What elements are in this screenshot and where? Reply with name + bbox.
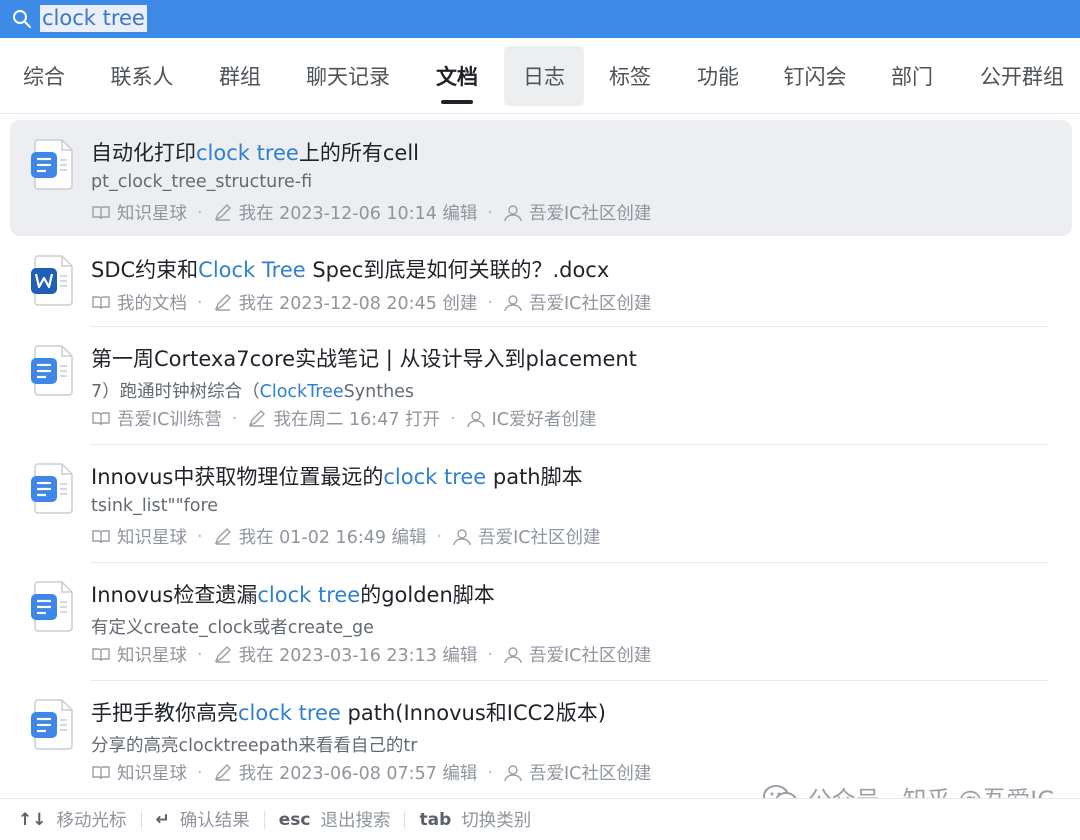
result-title: Innovus中获取物理位置最远的clock tree path脚本 <box>91 465 583 489</box>
book-icon <box>91 646 111 664</box>
book-icon <box>91 528 111 546</box>
user-icon <box>503 204 523 222</box>
result-snippet: 分享的高亮clocktreepath来看看自己的tr <box>91 736 418 756</box>
result-title: 第一周Cortexa7core实战笔记 | 从设计导入到placement <box>91 347 637 371</box>
hint-confirm: ↵ 确认结果 <box>155 809 250 832</box>
result-title: SDC约束和Clock Tree Spec到底是如何关联的？.docx <box>91 258 610 282</box>
pencil-icon <box>213 763 233 782</box>
result-title: Innovus检查遗漏clock tree的golden脚本 <box>91 583 495 607</box>
result-meta: 知识星球 · 我在 2023-12-06 10:14 编辑 · 吾爱IC社区创建 <box>91 200 651 225</box>
tab-chat-history[interactable]: 聊天记录 <box>294 46 402 106</box>
divider <box>90 562 1048 563</box>
pencil-icon <box>213 645 233 664</box>
result-snippet: tsink_list""fore <box>91 496 219 516</box>
result-meta: 知识星球 · 我在 2023-06-08 07:57 编辑 · 吾爱IC社区创建 <box>91 760 651 785</box>
doc-icon <box>30 462 76 514</box>
book-icon <box>91 204 111 222</box>
pencil-icon <box>247 409 267 428</box>
result-item[interactable]: Innovus检查遗漏clock tree的golden脚本 有定义create… <box>10 564 1072 680</box>
divider <box>90 680 1048 681</box>
tab-flash-meeting[interactable]: 钉闪会 <box>770 46 860 106</box>
result-title: 手把手教你高亮clock tree path(Innovus和ICC2版本) <box>91 701 606 725</box>
tab-logs[interactable]: 日志 <box>504 46 584 106</box>
tab-public-groups[interactable]: 公开群组 <box>966 46 1078 106</box>
divider <box>90 444 1048 445</box>
pencil-icon <box>213 293 233 312</box>
book-icon <box>91 764 111 782</box>
category-tabs: 综合 联系人 群组 聊天记录 文档 日志 标签 功能 钉闪会 部门 公开群组 <box>0 38 1080 114</box>
tab-groups[interactable]: 群组 <box>204 46 276 106</box>
hint-exit: esc 退出搜索 <box>278 809 391 832</box>
result-meta: 知识星球 · 我在 2023-03-16 23:13 编辑 · 吾爱IC社区创建 <box>91 642 651 667</box>
tab-contacts[interactable]: 联系人 <box>98 46 186 106</box>
doc-icon <box>30 138 76 190</box>
pencil-icon <box>213 527 233 546</box>
tab-tags[interactable]: 标签 <box>594 46 666 106</box>
tab-documents[interactable]: 文档 <box>421 46 493 106</box>
result-meta: 吾爱IC训练营 · 我在周二 16:47 打开 · IC爱好者创建 <box>91 406 597 431</box>
word-icon <box>30 254 76 306</box>
shortcut-footer: ↑↓ 移动光标 ↵ 确认结果 esc 退出搜索 tab 切换类别 <box>0 798 1080 840</box>
result-item[interactable]: 第一周Cortexa7core实战笔记 | 从设计导入到placement 7）… <box>10 328 1072 444</box>
result-snippet: pt_clock_tree_structure-fi <box>91 172 313 192</box>
user-icon <box>452 528 472 546</box>
result-snippet: 有定义create_clock或者create_ge <box>91 618 374 638</box>
search-icon <box>12 9 32 29</box>
result-item[interactable]: Innovus中获取物理位置最远的clock tree path脚本 tsink… <box>10 446 1072 562</box>
tab-functions[interactable]: 功能 <box>682 46 754 106</box>
hint-switch-category: tab 切换类别 <box>419 809 532 832</box>
tab-departments[interactable]: 部门 <box>876 46 948 106</box>
user-icon <box>503 294 523 312</box>
search-bar <box>0 0 1080 38</box>
user-icon <box>466 410 486 428</box>
result-item[interactable]: 自动化打印clock tree上的所有cell pt_clock_tree_st… <box>10 120 1072 236</box>
user-icon <box>503 764 523 782</box>
pencil-icon <box>213 203 233 222</box>
doc-icon <box>30 344 76 396</box>
active-tab-indicator <box>441 100 473 104</box>
doc-icon <box>30 698 76 750</box>
doc-icon <box>30 580 76 632</box>
divider <box>90 326 1048 327</box>
result-meta: 我的文档 · 我在 2023-12-08 20:45 创建 · 吾爱IC社区创建 <box>91 290 651 315</box>
user-icon <box>503 646 523 664</box>
result-snippet: 7）跑通时钟树综合（ClockTreeSynthes <box>91 382 415 402</box>
book-icon <box>91 294 111 312</box>
result-meta: 知识星球 · 我在 01-02 16:49 编辑 · 吾爱IC社区创建 <box>91 524 601 549</box>
tab-all[interactable]: 综合 <box>8 46 80 106</box>
result-item[interactable]: SDC约束和Clock Tree Spec到底是如何关联的？.docx 我的文档… <box>10 240 1072 326</box>
search-value-selected: clock tree <box>40 5 147 32</box>
book-icon <box>91 410 111 428</box>
result-title: 自动化打印clock tree上的所有cell <box>91 141 419 165</box>
hint-move-cursor: ↑↓ 移动光标 <box>18 809 127 832</box>
